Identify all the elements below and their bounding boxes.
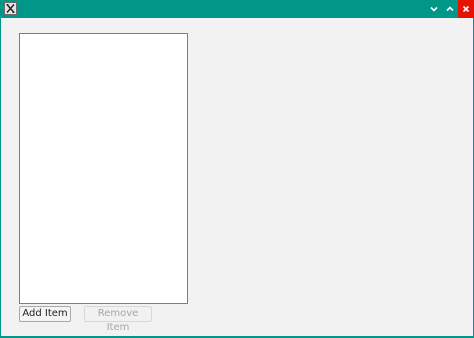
close-button[interactable] — [458, 0, 474, 18]
close-icon — [462, 5, 470, 13]
title-bar[interactable] — [1, 0, 474, 18]
remove-item-button[interactable]: Remove Item — [84, 306, 152, 333]
minimize-button[interactable] — [426, 0, 442, 18]
chevron-up-icon — [446, 6, 454, 12]
item-list[interactable] — [19, 33, 188, 304]
x-app-icon[interactable] — [4, 2, 17, 15]
maximize-button[interactable] — [442, 0, 458, 18]
app-window: Add Item Remove Item — [0, 0, 474, 338]
chevron-down-icon — [430, 6, 438, 12]
add-item-button[interactable]: Add Item — [19, 306, 71, 322]
